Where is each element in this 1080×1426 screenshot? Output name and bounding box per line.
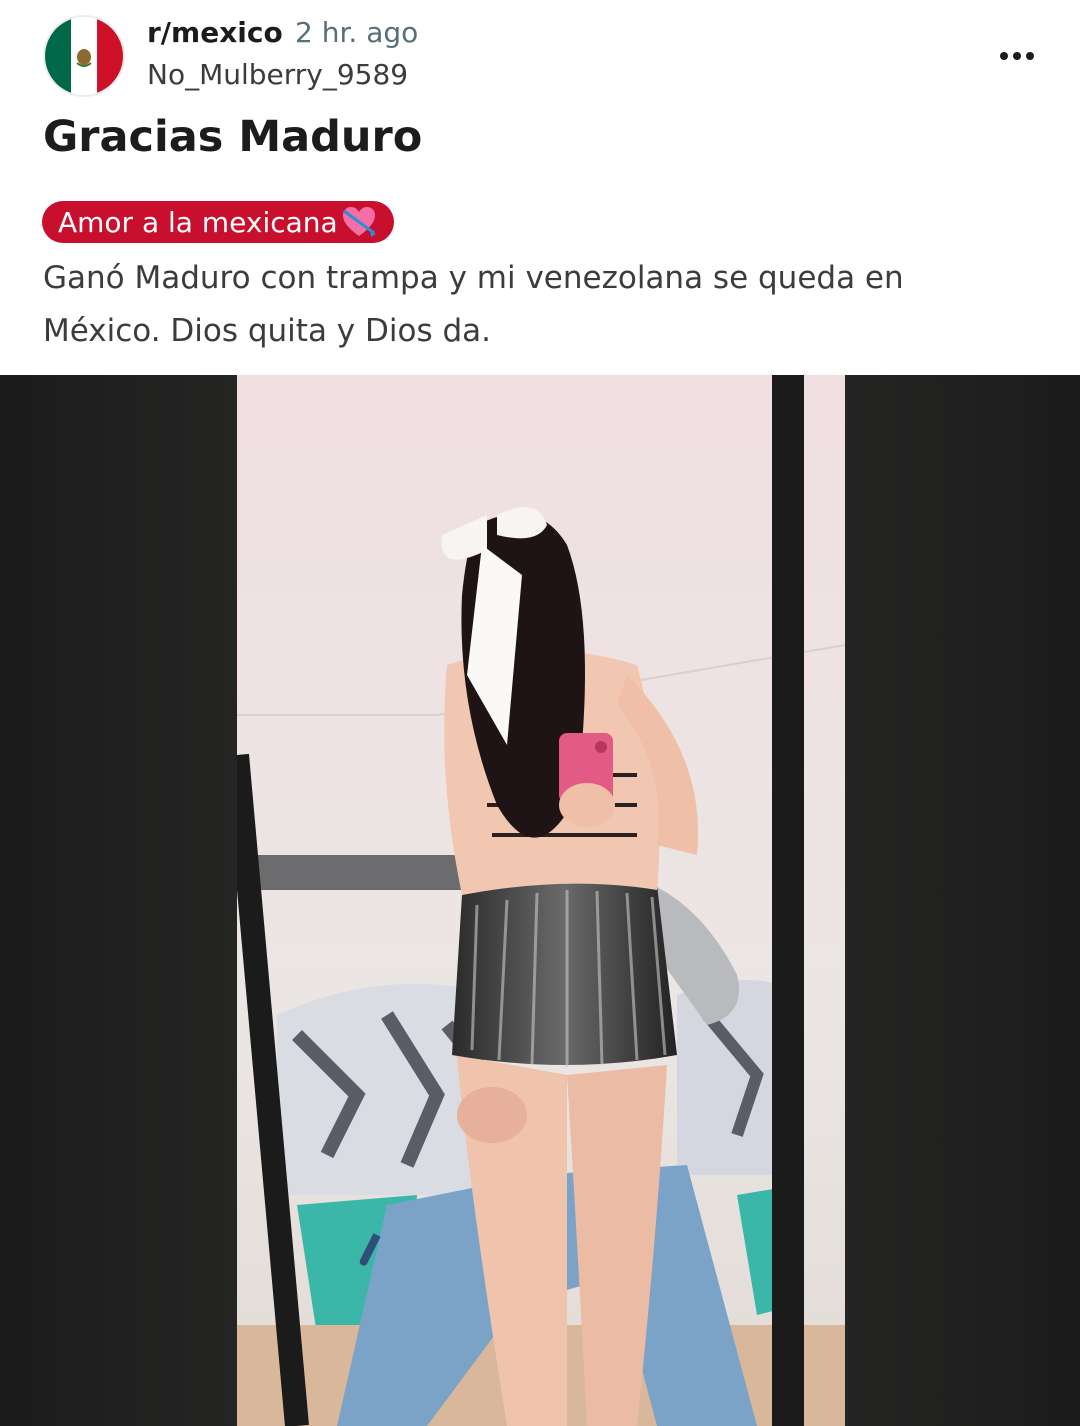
subreddit-name[interactable]: r/mexico [147, 16, 283, 49]
post-author[interactable]: No_Mulberry_9589 [147, 58, 408, 91]
heart-with-arrow-icon [342, 207, 376, 237]
post-image[interactable] [237, 375, 845, 1426]
more-options-icon[interactable] [992, 38, 1042, 74]
post-body: Ganó Maduro con trampa y mi venezolana s… [43, 252, 1043, 358]
menu-dot [1000, 52, 1008, 60]
post-time: 2 hr. ago [295, 16, 419, 49]
post-flair[interactable]: Amor a la mexicana [42, 201, 394, 243]
menu-dot [1026, 52, 1034, 60]
post-header: r/mexico 2 hr. ago No_Mulberry_9589 Grac… [0, 0, 1080, 375]
mirror-selfie-illustration [237, 375, 845, 1426]
post-media[interactable] [0, 375, 1080, 1426]
post-title[interactable]: Gracias Maduro [43, 112, 422, 162]
post-body-line-2: México. Dios quita y Dios da. [43, 313, 491, 349]
post-body-line-1: Ganó Maduro con trampa y mi venezolana s… [43, 260, 904, 296]
menu-dot [1013, 52, 1021, 60]
mexico-flag-icon [45, 17, 123, 95]
flair-label: Amor a la mexicana [58, 205, 338, 239]
subreddit-avatar[interactable] [43, 15, 125, 97]
